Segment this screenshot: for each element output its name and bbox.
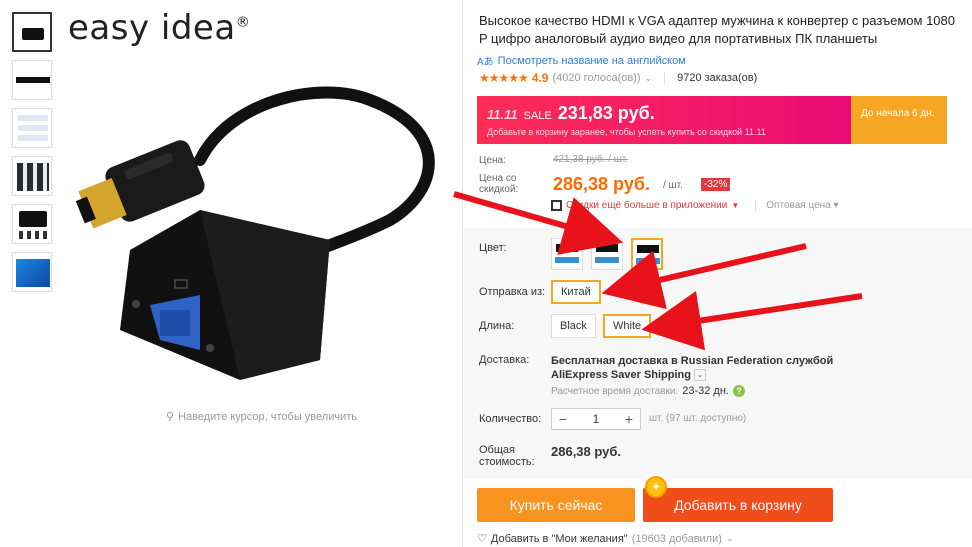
product-info-panel: Высокое качество HDMI к VGA адаптер мужч… bbox=[462, 0, 972, 547]
sku-panel: Цвет: Отправка из: Китай Длина: Black Wh… bbox=[463, 228, 972, 478]
sale-mark: 11.11 bbox=[487, 107, 518, 122]
thumbnail-1[interactable] bbox=[12, 12, 52, 52]
chevron-down-icon[interactable]: ⌄ bbox=[726, 533, 734, 544]
ship-from-label: Отправка из: bbox=[479, 286, 546, 298]
delivery-label: Доставка: bbox=[479, 354, 530, 366]
zoom-hint: ⚲ Наведите курсор, чтобы увеличить bbox=[166, 410, 357, 424]
length-label: Длина: bbox=[479, 320, 515, 332]
total-price: 286,38 руб. bbox=[551, 444, 622, 459]
delivery-time: 23-32 дн. bbox=[682, 385, 729, 397]
thumbnail-strip bbox=[12, 12, 54, 300]
quantity-stepper: − 1 + bbox=[551, 408, 641, 430]
qr-code-icon bbox=[551, 200, 562, 211]
thumbnail-4[interactable] bbox=[12, 156, 52, 196]
chevron-down-icon[interactable]: ▼ bbox=[731, 201, 739, 210]
available-count: шт. (97 шт. доступно) bbox=[649, 413, 747, 424]
buy-now-button[interactable]: Купить сейчас bbox=[477, 488, 635, 522]
delivery-time-row: Расчетное время доставки: 23-32 дн. ? bbox=[551, 385, 745, 397]
orders-count: 9720 заказа(ов) bbox=[677, 72, 758, 84]
color-option-1[interactable] bbox=[551, 238, 583, 270]
discounted-price: 286,38 руб. bbox=[553, 174, 650, 194]
quantity-label: Количество: bbox=[479, 413, 542, 425]
thumbnail-2[interactable] bbox=[12, 60, 52, 100]
heart-icon[interactable]: ♡ bbox=[477, 532, 487, 545]
add-to-cart-button[interactable]: Добавить в корзину bbox=[643, 488, 833, 522]
discount-badge: -32% bbox=[701, 178, 731, 191]
price-label: Цена: bbox=[479, 155, 506, 166]
wishlist-link: Добавить в "Мои желания" bbox=[490, 532, 628, 545]
color-option-3[interactable] bbox=[631, 238, 663, 270]
translate-link[interactable]: Aあ Посмотреть название на английском bbox=[477, 53, 686, 69]
wishlist-count: (19603 добавили) bbox=[631, 532, 722, 545]
length-option-white[interactable]: White bbox=[603, 314, 652, 338]
increment-button[interactable]: + bbox=[618, 411, 640, 427]
thumbnail-5[interactable] bbox=[12, 204, 52, 244]
chevron-down-icon[interactable]: ⌄ bbox=[694, 369, 707, 382]
thumbnail-3[interactable] bbox=[12, 108, 52, 148]
sale-banner[interactable]: 11.11 SALE 231,83 руб. Добавьте в корзин… bbox=[477, 96, 947, 144]
sale-countdown: До начала 6 дн. bbox=[851, 96, 947, 144]
app-deal-link[interactable]: Скидки ещё больше в приложении bbox=[566, 200, 727, 211]
price-unit: / шт. bbox=[663, 180, 683, 191]
magnifier-icon: ⚲ bbox=[166, 411, 175, 423]
sale-label: SALE bbox=[523, 110, 552, 122]
translate-icon: Aあ bbox=[477, 57, 494, 68]
rating-score: 4.9 bbox=[531, 71, 549, 85]
price-block: Цена: 421,38 руб. / шт. Цена со скидкой:… bbox=[479, 152, 731, 195]
color-option-2[interactable] bbox=[591, 238, 623, 270]
ship-from-option[interactable]: Китай bbox=[551, 280, 601, 304]
votes-count[interactable]: (4020 голоса(ов)) bbox=[552, 72, 640, 84]
brand-logo: easy idea® bbox=[68, 8, 251, 48]
sale-subtitle: Добавьте в корзину заранее, чтобы успеть… bbox=[487, 127, 766, 137]
app-deal-row: Скидки ещё больше в приложении ▼ Оптовая… bbox=[551, 200, 839, 211]
length-option-black[interactable]: Black bbox=[551, 314, 596, 338]
product-title: Высокое качество HDMI к VGA адаптер мужч… bbox=[479, 13, 955, 46]
color-label: Цвет: bbox=[479, 242, 507, 254]
divider bbox=[664, 72, 666, 84]
decrement-button[interactable]: − bbox=[552, 411, 574, 427]
old-price: 421,38 руб. / шт. bbox=[553, 154, 629, 165]
sale-price: 231,83 руб. bbox=[557, 103, 655, 123]
help-icon[interactable]: ? bbox=[732, 385, 745, 397]
chevron-down-icon[interactable]: ⌄ bbox=[645, 73, 653, 84]
delivery-info: Бесплатная доставка в Russian Federation… bbox=[551, 355, 834, 382]
star-icons: ★★★★★ bbox=[479, 71, 529, 85]
thumbnail-6[interactable] bbox=[12, 252, 52, 292]
total-label: Общая стоимость: bbox=[479, 444, 535, 468]
rating-row: ★★★★★ 4.9 (4020 голоса(ов)) ⌄ 9720 заказ… bbox=[479, 71, 757, 85]
product-image[interactable] bbox=[70, 60, 450, 400]
wishlist-row[interactable]: ♡ Добавить в "Мои желания" (19603 добави… bbox=[477, 532, 734, 546]
discount-price-label: Цена со скидкой: bbox=[479, 173, 519, 195]
wholesale-price-link[interactable]: Оптовая цена ▾ bbox=[755, 200, 839, 211]
quantity-input[interactable]: 1 bbox=[574, 412, 618, 426]
coin-icon: ✦ bbox=[645, 476, 667, 498]
